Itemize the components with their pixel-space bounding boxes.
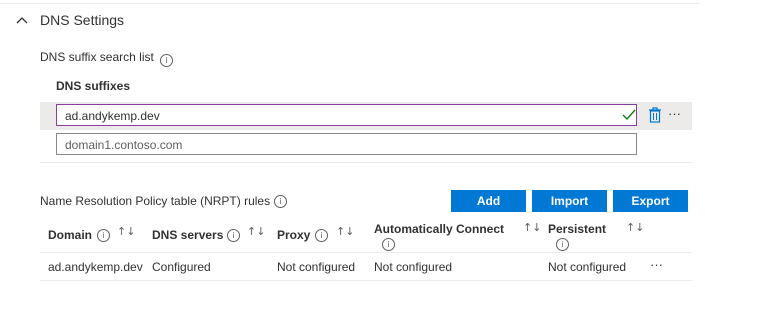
checkmark-icon xyxy=(622,108,636,121)
column-header-persistent[interactable]: Persistent xyxy=(548,222,606,236)
column-header-proxy[interactable]: Proxy xyxy=(277,228,310,242)
info-icon[interactable]: i xyxy=(556,238,569,251)
info-icon[interactable]: i xyxy=(97,229,110,242)
info-icon[interactable]: i xyxy=(160,54,173,67)
add-button[interactable]: Add xyxy=(451,190,526,212)
info-icon[interactable]: i xyxy=(315,229,328,242)
dns-suffix-value: domain1.contoso.com xyxy=(65,138,183,152)
column-header-domain[interactable]: Domain xyxy=(48,228,92,242)
table-row-divider xyxy=(40,280,692,281)
cell-proxy: Not configured xyxy=(277,260,356,274)
dns-suffixes-header: DNS suffixes xyxy=(56,79,131,93)
column-header-dns-servers[interactable]: DNS servers xyxy=(152,228,223,242)
trash-icon[interactable] xyxy=(648,106,662,124)
dns-suffix-input-2[interactable]: domain1.contoso.com xyxy=(56,133,637,155)
sort-icon[interactable]: ↑↓ xyxy=(247,225,265,238)
info-icon[interactable]: i xyxy=(382,238,395,251)
dns-suffix-value: ad.andykemp.dev xyxy=(65,109,160,123)
cell-persistent: Not configured xyxy=(548,260,627,274)
info-icon[interactable]: i xyxy=(274,195,287,208)
import-button[interactable]: Import xyxy=(532,190,607,212)
section-title[interactable]: DNS Settings xyxy=(40,12,124,28)
info-icon[interactable]: i xyxy=(227,229,240,242)
sort-icon[interactable]: ↑↓ xyxy=(523,221,541,234)
chevron-up-icon[interactable] xyxy=(15,14,29,28)
sort-icon[interactable]: ↑↓ xyxy=(626,221,644,234)
dns-suffix-input-1[interactable]: ad.andykemp.dev xyxy=(56,104,637,126)
row-more-icon[interactable]: ··· xyxy=(650,257,663,272)
dns-suffix-label: DNS suffix search list xyxy=(40,50,154,64)
more-icon[interactable]: ··· xyxy=(668,106,681,121)
nrpt-label: Name Resolution Policy table (NRPT) rule… xyxy=(40,194,271,208)
cell-auto-connect: Not configured xyxy=(374,260,453,274)
table-header-divider xyxy=(40,252,692,253)
sort-icon[interactable]: ↑↓ xyxy=(117,225,135,238)
export-button[interactable]: Export xyxy=(613,190,688,212)
sort-icon[interactable]: ↑↓ xyxy=(336,225,354,238)
section-divider xyxy=(40,162,692,163)
column-header-auto-connect[interactable]: Automatically Connect xyxy=(374,222,504,236)
cell-dns-servers: Configured xyxy=(152,260,211,274)
cell-domain: ad.andykemp.dev xyxy=(48,260,143,274)
top-divider xyxy=(0,3,700,4)
